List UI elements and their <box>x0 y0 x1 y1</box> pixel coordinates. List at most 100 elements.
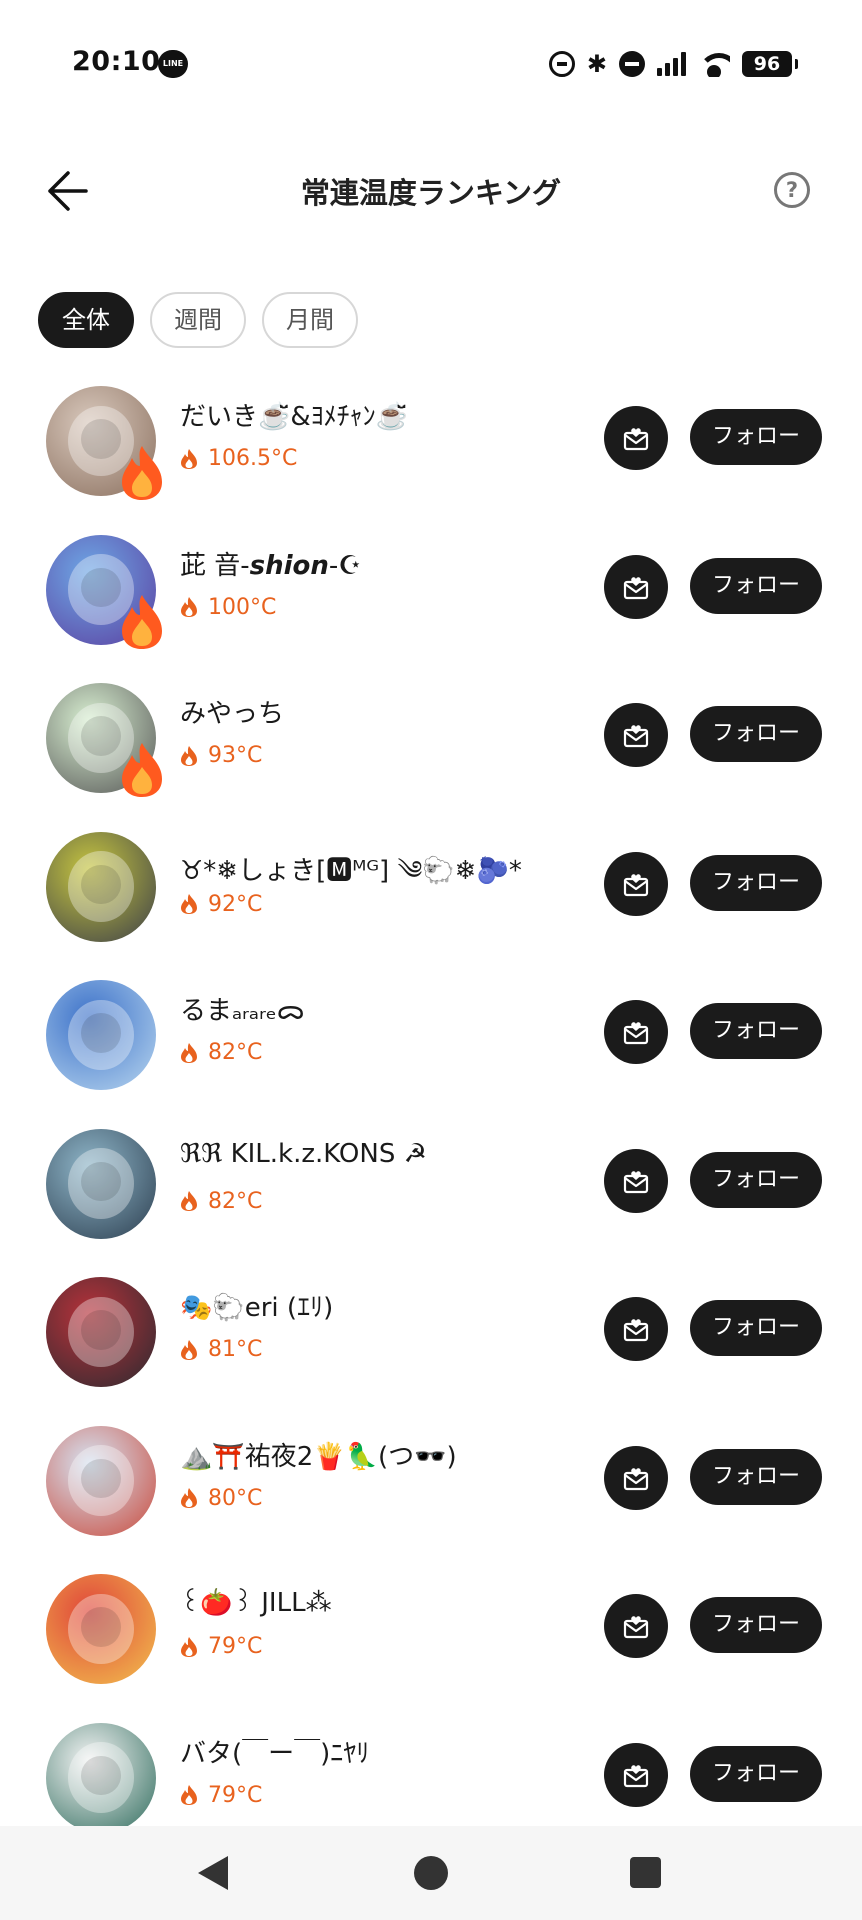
send-letter-button[interactable] <box>604 1297 668 1361</box>
letter-heart-icon <box>623 1319 649 1342</box>
flame-icon <box>181 1191 197 1211</box>
user-name[interactable]: 茈 音-𝙨𝙝𝙞𝙤𝙣-☪︎ <box>180 545 362 582</box>
send-letter-button[interactable] <box>604 1742 668 1807</box>
ranking-row[interactable]: ꒰🍅꒱ JILL⁂ 79°C フォロー <box>0 1562 862 1711</box>
temperature: 106.5°C <box>180 446 297 471</box>
avatar-image-detail <box>81 1755 121 1796</box>
user-name[interactable]: だいき☕️̆̈&ﾖﾒﾁｬﾝ☕️̆̈ <box>180 396 408 433</box>
temperature: 82°C <box>180 1040 262 1065</box>
follow-button[interactable]: フォロー <box>690 1745 822 1802</box>
temperature-value: 79°C <box>208 1634 263 1659</box>
tab-2[interactable]: 月間 <box>262 292 358 348</box>
ranking-row[interactable]: みやっち 93°C フォロー <box>0 671 862 820</box>
ranking-row[interactable]: ♉︎*❄︎しょき[🅼ᴹᴳ] ༄🐑❄︎🫐* 92°C フォロー <box>0 820 862 969</box>
ranking-row[interactable]: だいき☕️̆̈&ﾖﾒﾁｬﾝ☕️̆̈ 106.5°C フォロー <box>0 374 862 523</box>
flame-icon <box>181 1042 197 1063</box>
send-letter-button[interactable] <box>604 406 668 470</box>
letter-heart-icon <box>623 428 649 451</box>
status-time: 20:10 <box>72 46 161 77</box>
user-name[interactable]: みやっち <box>180 693 284 730</box>
avatar[interactable] <box>46 1722 156 1833</box>
follow-button[interactable]: フォロー <box>690 557 822 614</box>
user-name[interactable]: ⛰️⛩️祐夜2🍟🦜(つ🕶️) <box>180 1436 457 1473</box>
follow-button[interactable]: フォロー <box>690 1448 822 1505</box>
flame-icon <box>181 894 197 914</box>
nav-recents-button[interactable] <box>630 1857 661 1888</box>
letter-heart-icon <box>623 1616 649 1639</box>
temperature: 79°C <box>180 1634 262 1659</box>
fire-badge-icon <box>118 741 166 799</box>
flame-icon <box>181 1636 197 1657</box>
avatar-image-detail <box>81 1310 121 1350</box>
follow-button[interactable]: フォロー <box>690 1003 822 1059</box>
follow-button[interactable]: フォロー <box>690 854 822 911</box>
tab-0[interactable]: 全体 <box>38 292 134 348</box>
send-letter-button[interactable] <box>604 1445 668 1510</box>
avatar-image-detail <box>81 1607 121 1647</box>
send-letter-button[interactable] <box>604 1594 668 1658</box>
ranking-row[interactable]: 茈 音-𝙨𝙝𝙞𝙤𝙣-☪︎ 100°C フォロー <box>0 523 862 672</box>
bluetooth-icon: ✱ <box>586 50 607 78</box>
avatar[interactable] <box>46 1574 156 1684</box>
avatar[interactable] <box>46 980 156 1090</box>
letter-heart-icon <box>623 1022 649 1045</box>
temperature-value: 106.5°C <box>208 446 298 471</box>
follow-button[interactable]: フォロー <box>690 706 822 762</box>
send-letter-button[interactable] <box>604 1148 668 1213</box>
letter-heart-icon <box>623 1170 649 1193</box>
ranking-row[interactable]: るまₐᵣₐᵣₑᯅ 82°C フォロー <box>0 968 862 1117</box>
help-icon[interactable]: ? <box>774 172 810 208</box>
send-letter-button[interactable] <box>604 851 668 916</box>
temperature-value: 92°C <box>208 891 263 917</box>
user-name[interactable]: バタ(￣ー￣)ﾆﾔﾘ <box>180 1733 369 1770</box>
avatar[interactable] <box>46 1425 156 1536</box>
avatar-image-detail <box>81 1013 121 1053</box>
follow-button[interactable]: フォロー <box>690 409 822 465</box>
temperature-value: 81°C <box>208 1337 263 1362</box>
data-saver-icon <box>548 51 575 77</box>
avatar[interactable] <box>46 1128 156 1239</box>
temperature: 82°C <box>180 1189 262 1214</box>
temperature-value: 93°C <box>208 743 263 768</box>
follow-button[interactable]: フォロー <box>690 1151 822 1208</box>
avatar[interactable] <box>46 1277 156 1387</box>
system-nav-bar <box>0 1826 862 1920</box>
avatar-image-detail <box>81 1161 121 1202</box>
flame-icon <box>181 448 197 469</box>
flame-icon <box>181 1488 197 1508</box>
nav-home-button[interactable] <box>414 1856 448 1890</box>
wifi-icon <box>698 51 730 77</box>
ranking-list: だいき☕️̆̈&ﾖﾒﾁｬﾝ☕️̆̈ 106.5°C フォロー茈 音-𝙨𝙝𝙞𝙤𝙣-☪︎… <box>0 374 862 1859</box>
temperature-value: 82°C <box>208 1040 263 1065</box>
fire-badge-icon <box>118 444 166 502</box>
tab-1[interactable]: 週間 <box>150 292 246 348</box>
temperature: 100°C <box>180 595 276 620</box>
letter-heart-icon <box>623 725 649 748</box>
follow-button[interactable]: フォロー <box>690 1597 822 1653</box>
user-name[interactable]: ℜℜ KIL.k.z.KONS ☭ <box>180 1139 427 1169</box>
ranking-row[interactable]: ⛰️⛩️祐夜2🍟🦜(つ🕶️) 80°C フォロー <box>0 1414 862 1563</box>
send-letter-button[interactable] <box>604 554 668 619</box>
user-name[interactable]: ꒰🍅꒱ JILL⁂ <box>180 1584 332 1618</box>
nav-back-button[interactable] <box>198 1856 228 1890</box>
send-letter-button[interactable] <box>604 1000 668 1064</box>
temperature-value: 82°C <box>208 1188 263 1214</box>
temperature: 81°C <box>180 1337 262 1362</box>
fire-badge-icon <box>118 593 166 651</box>
temperature-value: 80°C <box>208 1485 263 1511</box>
follow-button[interactable]: フォロー <box>690 1300 822 1356</box>
ranking-row[interactable]: 🎭🐑eri (ｴﾘ) 81°C フォロー <box>0 1265 862 1414</box>
temperature-value: 79°C <box>208 1782 263 1808</box>
ranking-row[interactable]: ℜℜ KIL.k.z.KONS ☭ 82°C フォロー <box>0 1117 862 1266</box>
avatar-image-detail <box>81 716 121 756</box>
avatar[interactable] <box>46 831 156 942</box>
send-letter-button[interactable] <box>604 703 668 767</box>
user-name[interactable]: 🎭🐑eri (ｴﾘ) <box>180 1287 333 1324</box>
avatar-image-detail <box>81 567 121 608</box>
signal-icon <box>657 52 686 76</box>
letter-heart-icon <box>623 576 649 599</box>
flame-icon <box>181 745 197 766</box>
battery-icon: 96 <box>742 51 798 77</box>
user-name[interactable]: るまₐᵣₐᵣₑᯅ <box>180 990 305 1027</box>
temperature: 80°C <box>180 1486 262 1511</box>
